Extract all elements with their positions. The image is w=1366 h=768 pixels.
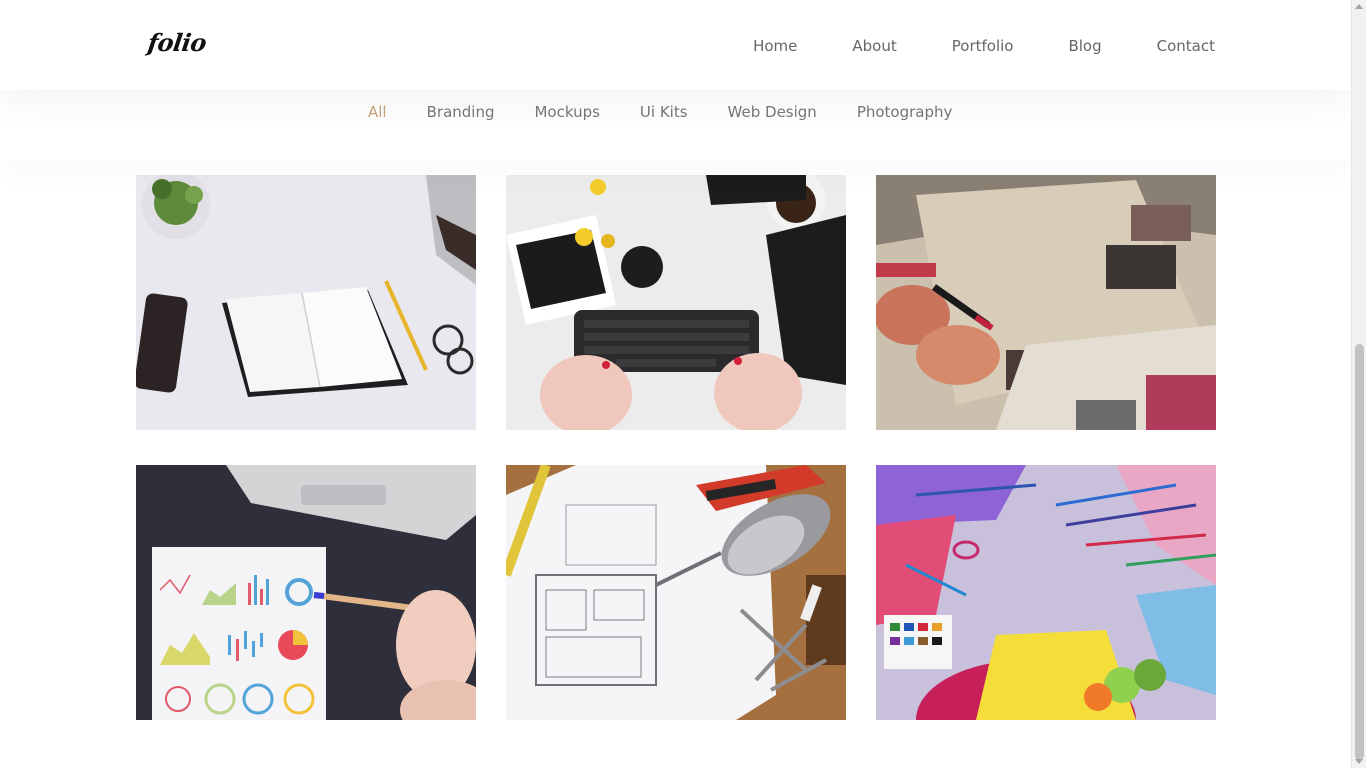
scroll-up-arrow-icon[interactable] [1355, 4, 1363, 9]
gallery-item-lettering[interactable] [876, 175, 1216, 430]
scrollbar-thumb[interactable] [1355, 344, 1364, 760]
main-nav: Home About Portfolio Blog Contact [753, 36, 1215, 56]
blueprint-drill-image [506, 465, 846, 720]
vertical-scrollbar[interactable] [1351, 0, 1366, 768]
filter-web-design[interactable]: Web Design [728, 102, 817, 122]
nav-portfolio-link[interactable]: Portfolio [952, 36, 1014, 56]
filter-mockups[interactable]: Mockups [534, 102, 599, 122]
nav-contact-link[interactable]: Contact [1157, 36, 1215, 56]
keyboard-creative-mess-image [506, 175, 846, 430]
logo[interactable]: folio [146, 28, 208, 57]
nav-home-link[interactable]: Home [753, 36, 797, 56]
gallery-item-notebook[interactable] [136, 175, 476, 430]
nav-blog-link[interactable]: Blog [1068, 36, 1101, 56]
page: folio Home About Portfolio Blog Contact … [0, 0, 1351, 768]
portfolio-filter-bar: All Branding Mockups Ui Kits Web Design … [0, 90, 1351, 160]
gallery-item-keyboard[interactable] [506, 175, 846, 430]
filter-photography[interactable]: Photography [857, 102, 953, 122]
gallery-item-charts[interactable] [136, 465, 476, 720]
gallery-item-blueprint[interactable] [506, 465, 846, 720]
site-header: folio Home About Portfolio Blog Contact [0, 0, 1351, 90]
filter-ui-kits[interactable]: Ui Kits [640, 102, 688, 122]
filter-all[interactable]: All [368, 102, 387, 122]
filter-branding[interactable]: Branding [427, 102, 495, 122]
nav-about-link[interactable]: About [852, 36, 896, 56]
gallery-item-art-supplies[interactable] [876, 465, 1216, 720]
hand-lettering-collage-image [876, 175, 1216, 430]
scroll-down-arrow-icon[interactable] [1355, 759, 1363, 764]
charts-report-pencil-image [136, 465, 476, 720]
filter-list: All Branding Mockups Ui Kits Web Design … [368, 102, 992, 122]
art-supplies-image [876, 465, 1216, 720]
notebook-desk-image [136, 175, 476, 430]
